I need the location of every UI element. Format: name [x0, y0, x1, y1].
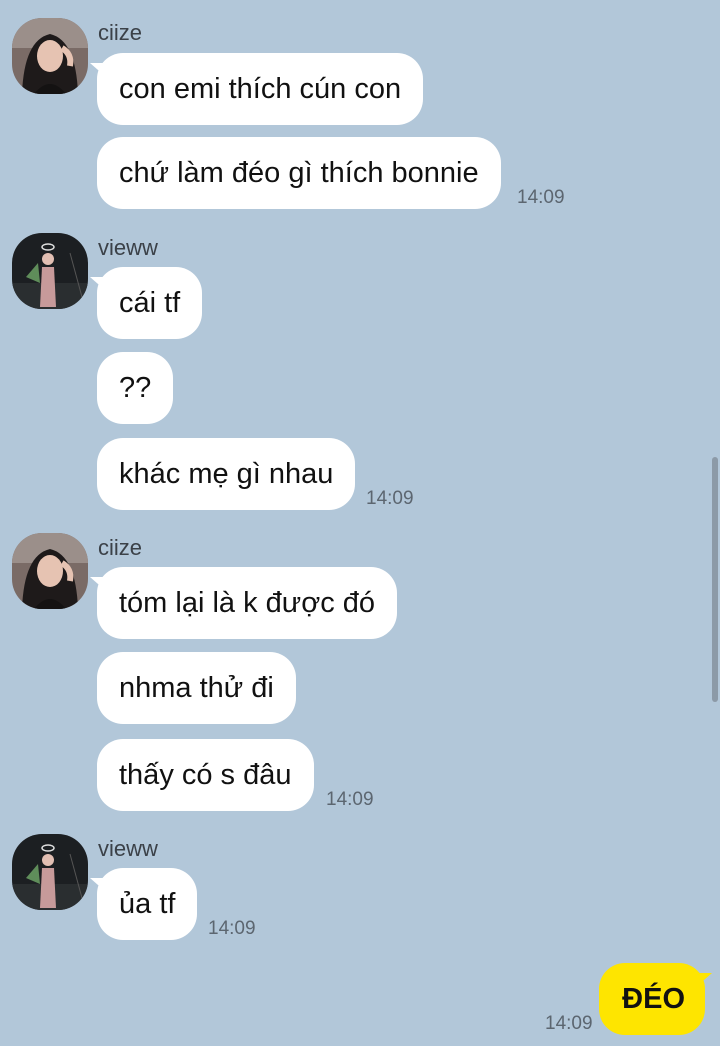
avatar-vieww[interactable]: [12, 834, 88, 910]
sender-name: ciize: [98, 535, 143, 560]
sender-name: ciize: [98, 20, 143, 45]
my-message-bubble[interactable]: ĐÉO: [599, 963, 712, 1035]
avatar-vieww[interactable]: [12, 233, 88, 309]
scrollbar[interactable]: [712, 457, 718, 702]
message-timestamp: 14:09: [326, 789, 374, 810]
sender-name: vieww: [98, 836, 158, 861]
my-message-timestamp: 14:09: [545, 1013, 593, 1034]
message-bubble[interactable]: chứ làm đéo gì thích bonnie: [97, 137, 501, 209]
message-bubble[interactable]: ??: [97, 352, 174, 424]
message-bubble[interactable]: con emi thích cún con: [89, 53, 424, 125]
avatar-ciize[interactable]: [12, 533, 88, 609]
message-bubble[interactable]: cái tf: [89, 267, 203, 339]
message-timestamp: 14:09: [208, 918, 256, 939]
profile-photo-vieww-icon: [12, 233, 88, 309]
avatar-ciize[interactable]: [12, 18, 88, 94]
message-timestamp: 14:09: [366, 488, 414, 509]
message-bubble[interactable]: thấy có s đâu: [97, 739, 314, 811]
profile-photo-vieww-icon: [12, 834, 88, 910]
message-bubble[interactable]: khác mẹ gì nhau: [97, 438, 356, 510]
message-bubble[interactable]: ủa tf: [89, 868, 198, 940]
sender-name: vieww: [98, 235, 158, 260]
chat-room: ciize con emi thích cún con chứ làm đéo …: [0, 0, 720, 1046]
message-bubble[interactable]: tóm lại là k được đó: [89, 567, 398, 639]
message-bubble[interactable]: nhma thử đi: [97, 652, 296, 724]
message-timestamp: 14:09: [517, 187, 565, 208]
profile-photo-ciize-icon: [12, 18, 88, 94]
profile-photo-ciize-icon: [12, 533, 88, 609]
